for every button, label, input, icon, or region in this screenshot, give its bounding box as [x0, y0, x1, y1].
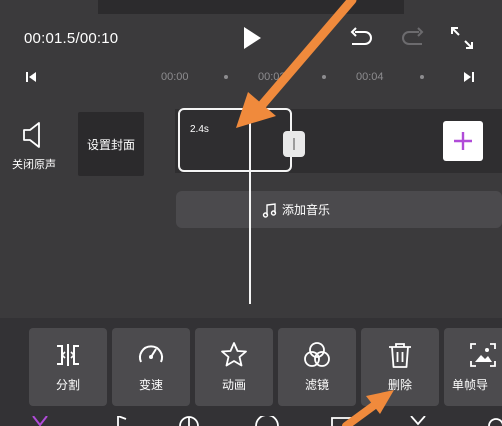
- music-note-icon: [262, 202, 277, 218]
- delete-button[interactable]: 删除: [361, 328, 439, 406]
- video-preview-strip: [98, 0, 404, 14]
- clip-duration: 2.4s: [190, 124, 209, 135]
- filter-button[interactable]: 滤镜: [278, 328, 356, 406]
- redo-icon: [402, 27, 424, 45]
- clip-trim-handle[interactable]: [283, 131, 305, 157]
- export-frame-label: 单帧导: [452, 378, 489, 392]
- playhead[interactable]: [249, 96, 251, 304]
- ruler-tick-label: 00:02: [258, 71, 286, 83]
- video-clip[interactable]: [178, 108, 292, 172]
- image-export-icon: [470, 343, 496, 367]
- filter-circles-icon: [304, 342, 330, 367]
- delete-label: 删除: [387, 378, 412, 392]
- split-label: 分割: [55, 378, 80, 392]
- speed-gauge-icon: [139, 345, 163, 363]
- undo-button[interactable]: [347, 26, 375, 50]
- text-tab-icon[interactable]: [330, 416, 354, 426]
- animation-label: 动画: [221, 378, 246, 392]
- animation-button[interactable]: 动画: [195, 328, 273, 406]
- play-button[interactable]: [238, 24, 266, 52]
- add-clip-button[interactable]: [443, 121, 483, 161]
- fullscreen-button[interactable]: [448, 24, 476, 52]
- ruler-tick-dot: [420, 75, 424, 79]
- add-music-label: 添加音乐: [282, 203, 331, 217]
- trash-icon: [389, 343, 411, 368]
- split-button[interactable]: 分割: [29, 328, 107, 406]
- set-cover-label: 设置封面: [86, 137, 135, 152]
- sticker-tab-icon[interactable]: [178, 416, 200, 426]
- speaker-icon: [23, 122, 40, 148]
- mute-original-audio-button[interactable]: 关闭原声: [6, 118, 62, 174]
- filter-label: 滤镜: [304, 378, 329, 392]
- play-icon: [244, 27, 261, 49]
- add-music-track[interactable]: [176, 191, 502, 228]
- skip-end-icon: [464, 72, 474, 82]
- redo-button[interactable]: [399, 26, 427, 50]
- split-icon: [57, 344, 79, 366]
- add-music-button[interactable]: 添加音乐: [262, 201, 330, 218]
- time-readout: 00:01.5/00:10: [24, 30, 119, 47]
- plus-icon: [454, 132, 472, 150]
- fullscreen-icon: [451, 27, 473, 49]
- more-tab-icon[interactable]: [486, 416, 502, 426]
- speed-label: 变速: [138, 378, 163, 392]
- template-tab-icon[interactable]: [408, 416, 428, 426]
- ruler-tick-dot: [322, 75, 326, 79]
- set-cover-button[interactable]: 设置封面: [78, 112, 144, 176]
- ruler-tick-label: 00:00: [161, 71, 189, 83]
- ruler-tick-dot: [224, 75, 228, 79]
- skip-to-end-button[interactable]: [462, 70, 476, 84]
- skip-start-icon: [26, 72, 36, 82]
- skip-to-start-button[interactable]: [24, 70, 38, 84]
- ruler-tick-label: 00:04: [356, 71, 384, 83]
- music-tab-icon[interactable]: [110, 416, 130, 426]
- effect-tab-icon[interactable]: [254, 416, 280, 426]
- undo-icon: [350, 27, 372, 45]
- animation-star-icon: [221, 342, 247, 367]
- edit-tab-icon[interactable]: [30, 416, 50, 426]
- export-frame-button[interactable]: 单帧导: [444, 328, 502, 406]
- speed-button[interactable]: 变速: [112, 328, 190, 406]
- mute-original-label: 关闭原声: [12, 159, 56, 171]
